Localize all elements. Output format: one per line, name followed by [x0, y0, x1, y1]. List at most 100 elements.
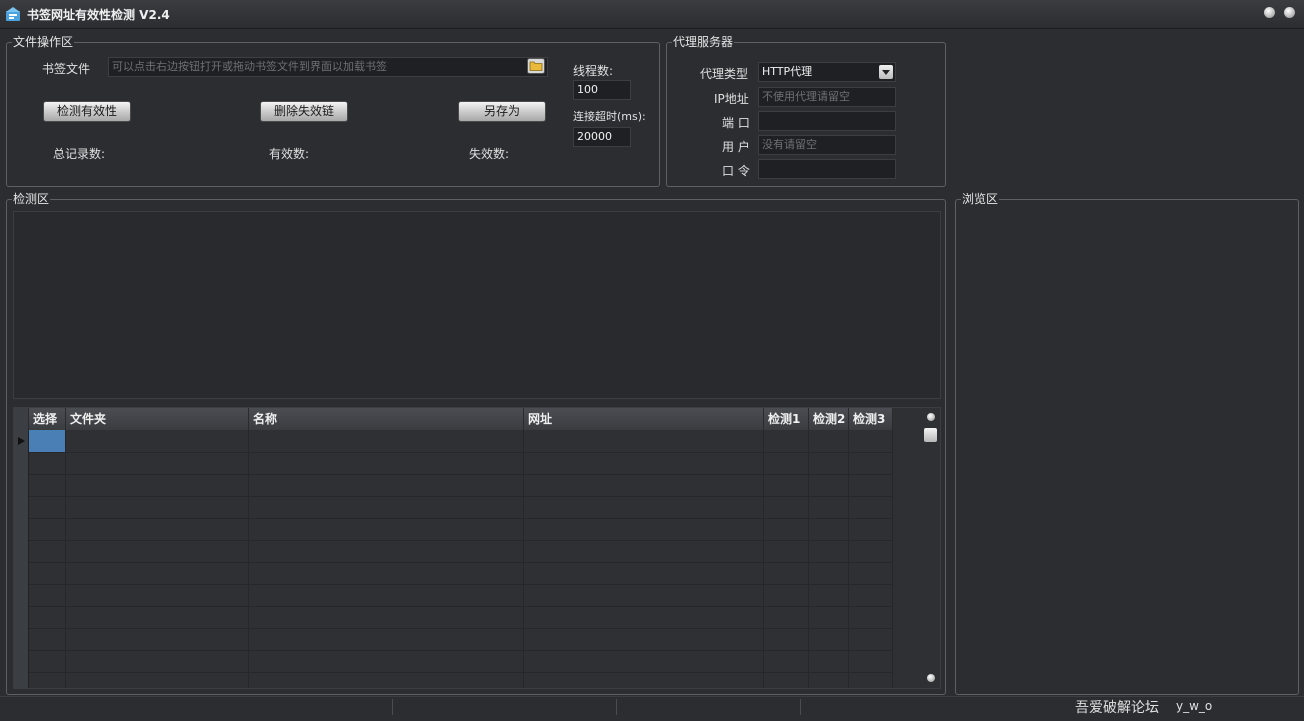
table-row[interactable] — [14, 518, 893, 541]
table-cell[interactable] — [809, 496, 849, 518]
vertical-scrollbar[interactable] — [922, 408, 940, 688]
table-cell[interactable] — [764, 584, 809, 606]
col-check1[interactable]: 检测1 — [764, 408, 809, 430]
delete-invalid-button[interactable]: 删除失效链 — [260, 101, 348, 122]
table-cell[interactable] — [849, 540, 893, 562]
detect-log-area[interactable] — [13, 211, 941, 399]
table-cell[interactable] — [29, 474, 66, 496]
table-cell[interactable] — [809, 650, 849, 672]
table-row[interactable] — [14, 606, 893, 629]
col-check3[interactable]: 检测3 — [849, 408, 893, 430]
open-folder-icon[interactable] — [527, 58, 545, 74]
table-cell[interactable] — [29, 650, 66, 672]
table-cell[interactable] — [249, 672, 524, 688]
table-row[interactable] — [14, 474, 893, 497]
table-cell[interactable] — [849, 650, 893, 672]
table-row[interactable] — [14, 496, 893, 519]
table-cell[interactable] — [809, 540, 849, 562]
table-cell[interactable] — [66, 562, 249, 584]
table-row[interactable] — [14, 452, 893, 475]
row-header[interactable] — [14, 452, 29, 474]
table-cell[interactable] — [524, 540, 764, 562]
bookmark-file-input[interactable]: 可以点击右边按钮打开或拖动书签文件到界面以加载书签 — [108, 57, 548, 77]
table-cell[interactable] — [524, 518, 764, 540]
table-cell[interactable] — [29, 518, 66, 540]
table-cell[interactable] — [809, 584, 849, 606]
row-header[interactable] — [14, 562, 29, 584]
password-input[interactable] — [758, 159, 896, 179]
table-cell[interactable] — [524, 496, 764, 518]
table-cell[interactable] — [66, 584, 249, 606]
table-cell[interactable] — [764, 628, 809, 650]
table-cell[interactable] — [249, 430, 524, 452]
table-cell[interactable] — [849, 628, 893, 650]
table-cell[interactable] — [66, 474, 249, 496]
chevron-down-icon[interactable] — [879, 65, 893, 79]
row-header[interactable] — [14, 474, 29, 496]
table-cell[interactable] — [66, 430, 249, 452]
table-cell[interactable] — [849, 584, 893, 606]
table-cell[interactable] — [524, 672, 764, 688]
table-cell[interactable] — [809, 562, 849, 584]
table-cell[interactable] — [29, 628, 66, 650]
table-cell[interactable] — [764, 672, 809, 688]
table-cell[interactable] — [29, 540, 66, 562]
threads-input[interactable]: 100 — [573, 80, 631, 100]
table-cell[interactable] — [849, 606, 893, 628]
table-cell[interactable] — [524, 650, 764, 672]
table-cell[interactable] — [29, 496, 66, 518]
table-cell[interactable] — [249, 606, 524, 628]
table-cell[interactable] — [764, 518, 809, 540]
table-cell[interactable] — [764, 496, 809, 518]
table-cell[interactable] — [29, 606, 66, 628]
table-cell[interactable] — [524, 628, 764, 650]
table-cell[interactable] — [249, 562, 524, 584]
table-cell[interactable] — [66, 650, 249, 672]
table-cell[interactable] — [66, 540, 249, 562]
table-cell[interactable] — [524, 584, 764, 606]
table-cell[interactable] — [764, 474, 809, 496]
check-validity-button[interactable]: 检测有效性 — [43, 101, 131, 122]
table-row[interactable] — [14, 650, 893, 673]
table-cell[interactable] — [809, 672, 849, 688]
table-cell[interactable] — [66, 496, 249, 518]
table-row[interactable] — [14, 562, 893, 585]
scroll-down-icon[interactable] — [927, 674, 935, 682]
bookmark-table[interactable]: 选择 文件夹 名称 网址 检测1 检测2 检测3 — [13, 407, 941, 689]
table-cell[interactable] — [764, 452, 809, 474]
table-cell[interactable] — [849, 474, 893, 496]
row-header[interactable] — [14, 672, 29, 688]
table-cell[interactable] — [29, 672, 66, 688]
table-row[interactable] — [14, 430, 893, 453]
col-select[interactable]: 选择 — [29, 408, 66, 430]
table-cell[interactable] — [809, 518, 849, 540]
row-header[interactable] — [14, 518, 29, 540]
row-header[interactable] — [14, 540, 29, 562]
port-input[interactable] — [758, 111, 896, 131]
table-cell[interactable] — [524, 562, 764, 584]
table-cell[interactable] — [849, 672, 893, 688]
table-cell[interactable] — [849, 518, 893, 540]
table-row[interactable] — [14, 672, 893, 688]
table-cell[interactable] — [524, 452, 764, 474]
col-folder[interactable]: 文件夹 — [66, 408, 249, 430]
table-cell[interactable] — [524, 606, 764, 628]
table-cell[interactable] — [66, 606, 249, 628]
table-cell[interactable] — [764, 430, 809, 452]
table-cell[interactable] — [764, 606, 809, 628]
table-cell[interactable] — [249, 650, 524, 672]
table-cell[interactable] — [764, 540, 809, 562]
proxy-type-select[interactable]: HTTP代理 — [758, 62, 896, 82]
table-cell[interactable] — [66, 452, 249, 474]
table-cell[interactable] — [66, 628, 249, 650]
table-row[interactable] — [14, 584, 893, 607]
col-name[interactable]: 名称 — [249, 408, 524, 430]
row-header[interactable] — [14, 430, 29, 452]
table-cell[interactable] — [249, 474, 524, 496]
minimize-button[interactable] — [1264, 7, 1275, 18]
table-cell[interactable] — [249, 628, 524, 650]
col-url[interactable]: 网址 — [524, 408, 764, 430]
table-cell[interactable] — [764, 562, 809, 584]
table-cell[interactable] — [849, 430, 893, 452]
table-cell[interactable] — [29, 562, 66, 584]
